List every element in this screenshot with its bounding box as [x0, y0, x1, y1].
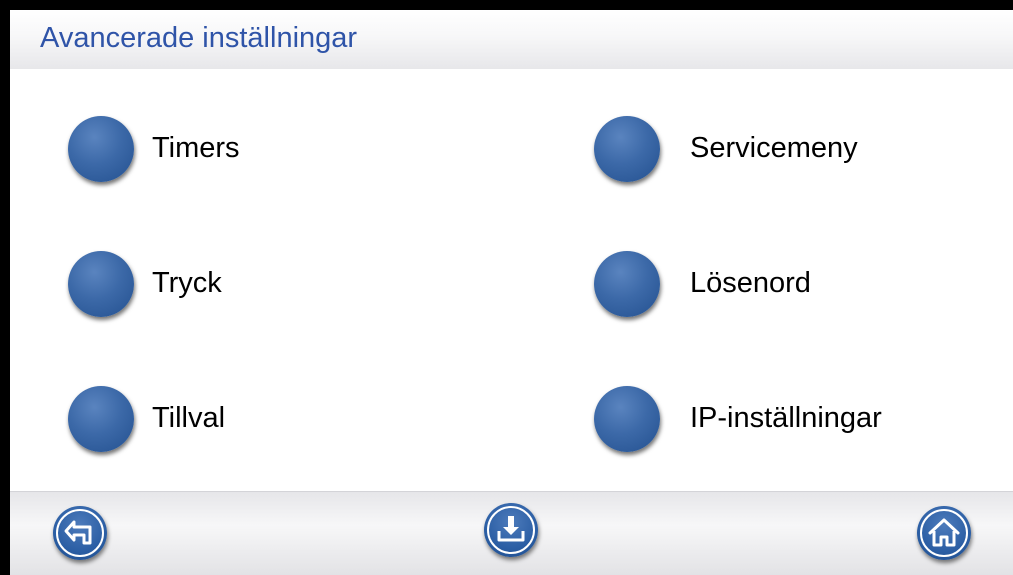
losenord-label: Lösenord [690, 267, 811, 299]
download-icon [497, 516, 525, 542]
tillval-button[interactable] [68, 386, 134, 452]
servicemeny-button[interactable] [594, 116, 660, 182]
back-icon [64, 520, 92, 545]
page-title: Avancerade inställningar [40, 22, 358, 54]
screen: Avancerade inställningar Timers Tryck Ti… [10, 10, 1013, 575]
tryck-button[interactable] [68, 251, 134, 317]
back-button[interactable] [53, 506, 107, 560]
timers-label: Timers [152, 132, 240, 164]
tillval-label: Tillval [152, 402, 226, 434]
home-button[interactable] [917, 506, 971, 560]
tryck-label: Tryck [152, 267, 222, 299]
ip-installningar-label: IP-inställningar [690, 402, 882, 434]
header-bar: Avancerade inställningar [10, 10, 1013, 69]
timers-button[interactable] [68, 116, 134, 182]
home-icon [928, 518, 960, 547]
footer-bar [10, 491, 1013, 575]
losenord-button[interactable] [594, 251, 660, 317]
download-button[interactable] [484, 503, 538, 557]
servicemeny-label: Servicemeny [690, 132, 858, 164]
ip-installningar-button[interactable] [594, 386, 660, 452]
